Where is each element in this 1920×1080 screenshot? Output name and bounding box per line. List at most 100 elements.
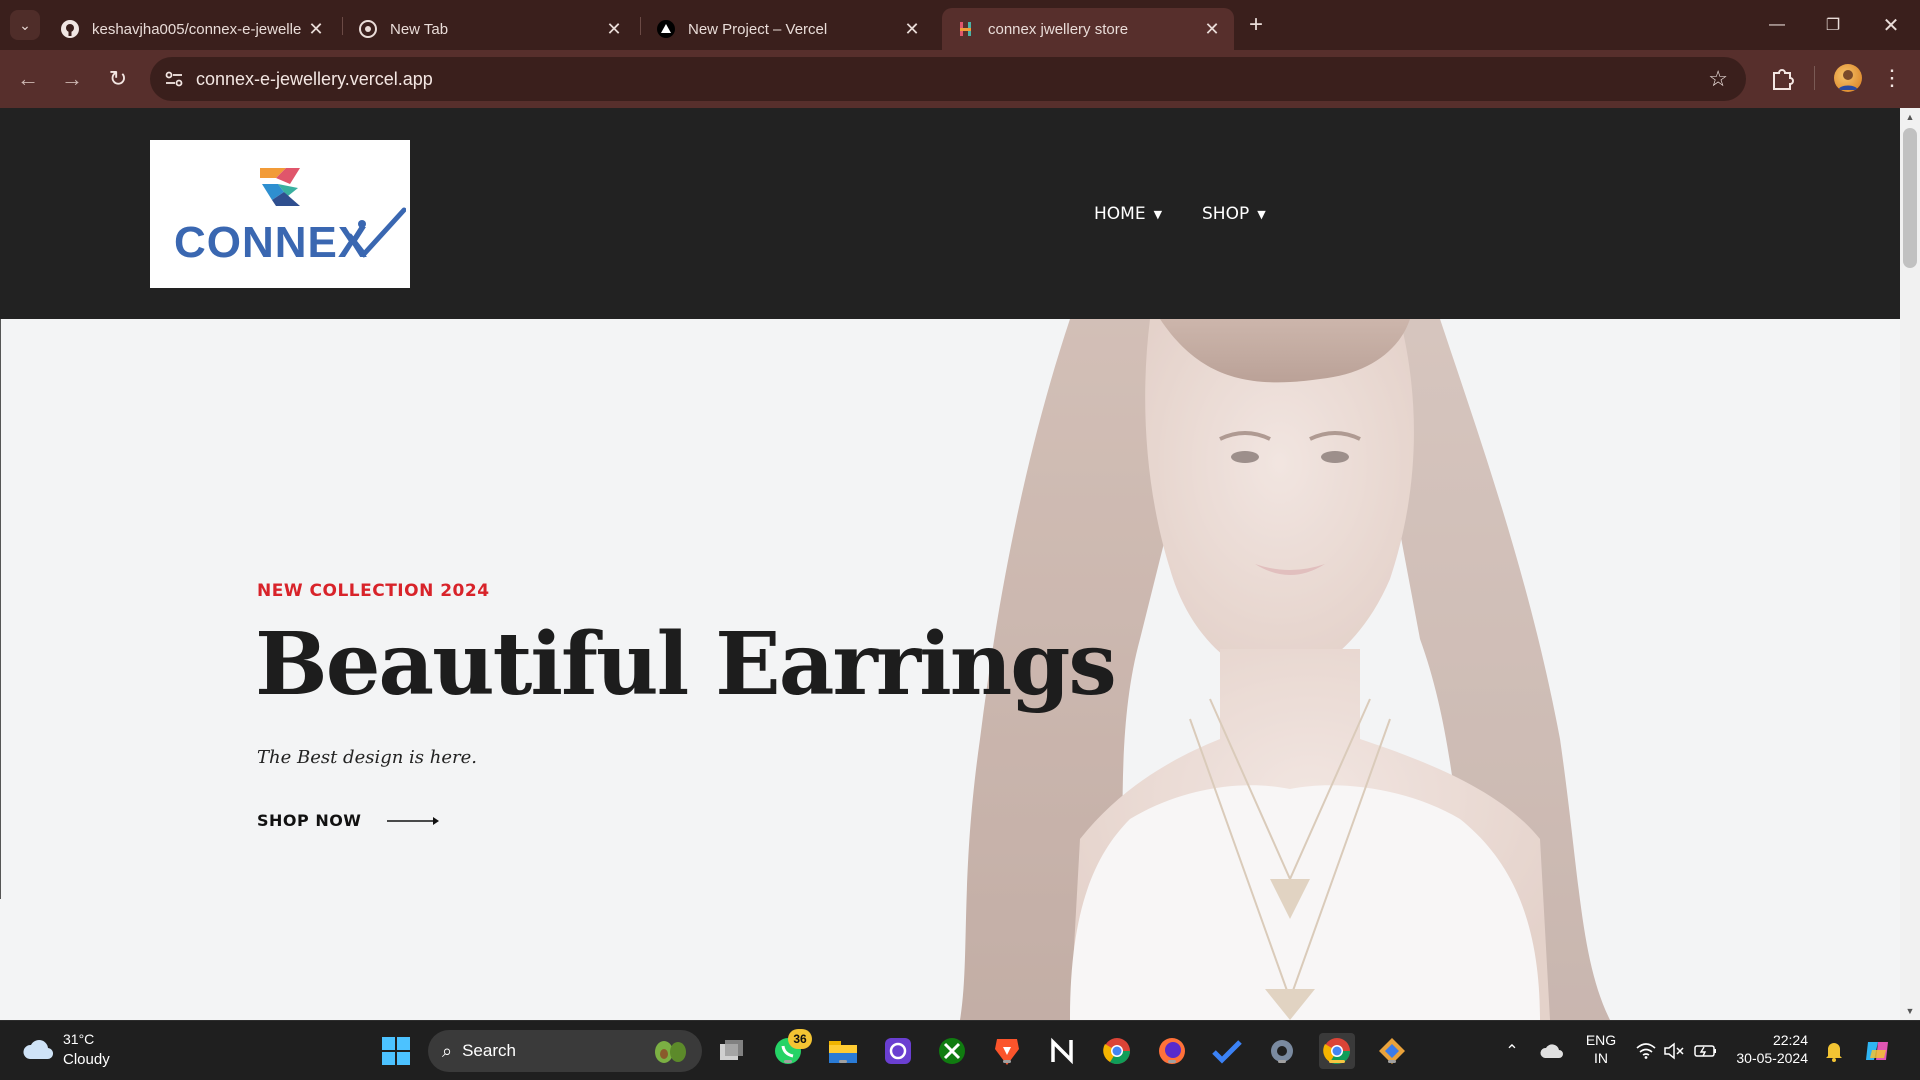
- close-icon[interactable]: ✕: [304, 17, 328, 41]
- close-icon[interactable]: ✕: [602, 17, 626, 41]
- profile-avatar[interactable]: [1834, 64, 1862, 92]
- tab-vercel[interactable]: New Project – Vercel ✕: [642, 8, 934, 50]
- scroll-up-arrow-icon[interactable]: ▲: [1900, 108, 1920, 126]
- copilot-icon[interactable]: [1860, 1033, 1896, 1069]
- back-button[interactable]: ←: [12, 63, 44, 95]
- shop-now-button[interactable]: SHOP NOW: [257, 811, 440, 830]
- browser-tab-bar: ⌄ keshavjha005/connex-e-jewelle ✕ New Ta…: [0, 0, 1920, 50]
- new-tab-button[interactable]: +: [1241, 11, 1271, 38]
- running-indicator: [784, 1060, 792, 1063]
- hero-tagline: The Best design is here.: [257, 747, 477, 768]
- tab-search-button[interactable]: ⌄: [10, 10, 40, 40]
- nav-shop[interactable]: SHOP ▼: [1202, 204, 1266, 224]
- chevron-down-icon: ⌄: [19, 16, 31, 33]
- extensions-icon[interactable]: [1768, 64, 1796, 92]
- search-icon: ⌕: [442, 1040, 453, 1061]
- forward-button[interactable]: →: [56, 63, 88, 95]
- task-view-icon[interactable]: [714, 1033, 750, 1069]
- running-indicator: [1168, 1060, 1176, 1063]
- language-indicator[interactable]: ENG IN: [1580, 1031, 1622, 1067]
- weather-temperature[interactable]: 31°C: [63, 1031, 94, 1047]
- vercel-icon: [656, 19, 676, 39]
- language-code: ENG: [1585, 1032, 1617, 1048]
- close-icon[interactable]: ✕: [1200, 17, 1224, 41]
- brave-icon[interactable]: [989, 1033, 1025, 1069]
- reload-button[interactable]: ↻: [102, 63, 134, 95]
- whatsapp-icon[interactable]: 36: [770, 1029, 812, 1069]
- scrollbar-thumb[interactable]: [1903, 128, 1917, 268]
- running-indicator: [1278, 1060, 1286, 1063]
- firefox-icon[interactable]: [1154, 1033, 1190, 1069]
- restore-icon: ❐: [1825, 17, 1841, 34]
- page-viewport: CONNEX HOME ▼ SHOP ▼ NEW COLLECTION 2024…: [0, 108, 1900, 1020]
- running-indicator: [839, 1060, 847, 1063]
- tab-title: connex jwellery store: [988, 20, 1129, 38]
- logo-wordmark: CONNEX: [174, 218, 369, 267]
- page-scrollbar[interactable]: ▲ ▼: [1900, 108, 1920, 1020]
- close-icon: ✕: [1882, 14, 1900, 37]
- nav-home[interactable]: HOME ▼: [1094, 204, 1162, 224]
- taskbar-search-label: Search: [462, 1041, 516, 1060]
- chevron-down-icon: ▼: [1257, 207, 1266, 221]
- restore-button[interactable]: ❐: [1808, 8, 1858, 42]
- tab-github[interactable]: keshavjha005/connex-e-jewelle ✕: [46, 8, 338, 50]
- site-icon: [956, 19, 976, 39]
- github-icon: [60, 19, 80, 39]
- clock-time: 22:24: [1772, 1032, 1808, 1048]
- weather-description[interactable]: Cloudy: [63, 1051, 110, 1068]
- reload-icon: ↻: [108, 66, 128, 91]
- site-logo[interactable]: CONNEX: [150, 140, 410, 288]
- hero-slider: NEW COLLECTION 2024 Beautiful Earrings T…: [0, 319, 1900, 1020]
- arrow-right-icon: [387, 816, 440, 825]
- todo-icon[interactable]: [1209, 1033, 1245, 1069]
- tab-connex-store[interactable]: connex jwellery store ✕: [942, 8, 1234, 50]
- tab-title: New Tab: [390, 20, 449, 38]
- xbox-icon[interactable]: [934, 1033, 970, 1069]
- notification-bell-icon[interactable]: [1816, 1033, 1852, 1069]
- nav-label: SHOP: [1202, 204, 1250, 224]
- onedrive-cloud-icon[interactable]: [1534, 1033, 1570, 1069]
- git-tool-icon[interactable]: [1374, 1033, 1410, 1069]
- windows-start-icon[interactable]: [378, 1033, 414, 1069]
- arrow-left-icon: ←: [17, 66, 39, 91]
- logo-swoosh-icon: [347, 207, 406, 258]
- bookmark-star-icon[interactable]: ☆: [1708, 66, 1728, 92]
- running-indicator-active: [1329, 1060, 1345, 1063]
- chevron-up-icon[interactable]: ⌃: [1494, 1033, 1530, 1069]
- file-explorer-icon[interactable]: [825, 1033, 861, 1069]
- chrome-dev-icon-active[interactable]: [1319, 1033, 1355, 1069]
- settings-icon[interactable]: [1264, 1033, 1300, 1069]
- chrome-icon: [358, 19, 378, 39]
- hero-eyebrow: NEW COLLECTION 2024: [257, 581, 490, 601]
- app-icon-purple[interactable]: [880, 1033, 916, 1069]
- notion-icon[interactable]: [1044, 1033, 1080, 1069]
- region-code: IN: [1594, 1050, 1608, 1066]
- notification-badge: 36: [788, 1029, 812, 1049]
- site-header: CONNEX HOME ▼ SHOP ▼: [0, 108, 1900, 319]
- address-bar[interactable]: connex-e-jewellery.vercel.app ☆: [150, 57, 1746, 101]
- tab-title: keshavjha005/connex-e-jewelle: [92, 20, 302, 38]
- close-window-button[interactable]: ✕: [1866, 8, 1916, 42]
- kebab-menu-icon[interactable]: ⋮: [1880, 62, 1904, 94]
- logo-mark-icon: [260, 168, 300, 206]
- running-indicator: [1388, 1060, 1396, 1063]
- volume-muted-icon[interactable]: [1656, 1033, 1692, 1069]
- hero-title: Beautiful Earrings: [255, 614, 1117, 715]
- tab-divider: [640, 17, 641, 35]
- taskbar-search[interactable]: ⌕ Search: [428, 1030, 702, 1072]
- url-text[interactable]: connex-e-jewellery.vercel.app: [196, 69, 433, 90]
- chrome-icon[interactable]: [1099, 1033, 1135, 1069]
- site-settings-icon[interactable]: [162, 67, 186, 91]
- tab-new-tab[interactable]: New Tab ✕: [344, 8, 636, 50]
- arrow-right-icon: →: [61, 66, 83, 91]
- clock-date: 30-05-2024: [1736, 1050, 1808, 1066]
- scroll-down-arrow-icon[interactable]: ▼: [1900, 1002, 1920, 1020]
- clock[interactable]: 22:24 30-05-2024: [1736, 1031, 1808, 1067]
- cloud-icon[interactable]: [22, 1037, 54, 1061]
- battery-icon[interactable]: [1688, 1033, 1724, 1069]
- chevron-down-icon: ▼: [1153, 207, 1163, 221]
- minimize-button[interactable]: —: [1752, 8, 1802, 42]
- close-icon[interactable]: ✕: [900, 17, 924, 41]
- tab-title: New Project – Vercel: [688, 20, 828, 38]
- tab-divider: [342, 17, 343, 35]
